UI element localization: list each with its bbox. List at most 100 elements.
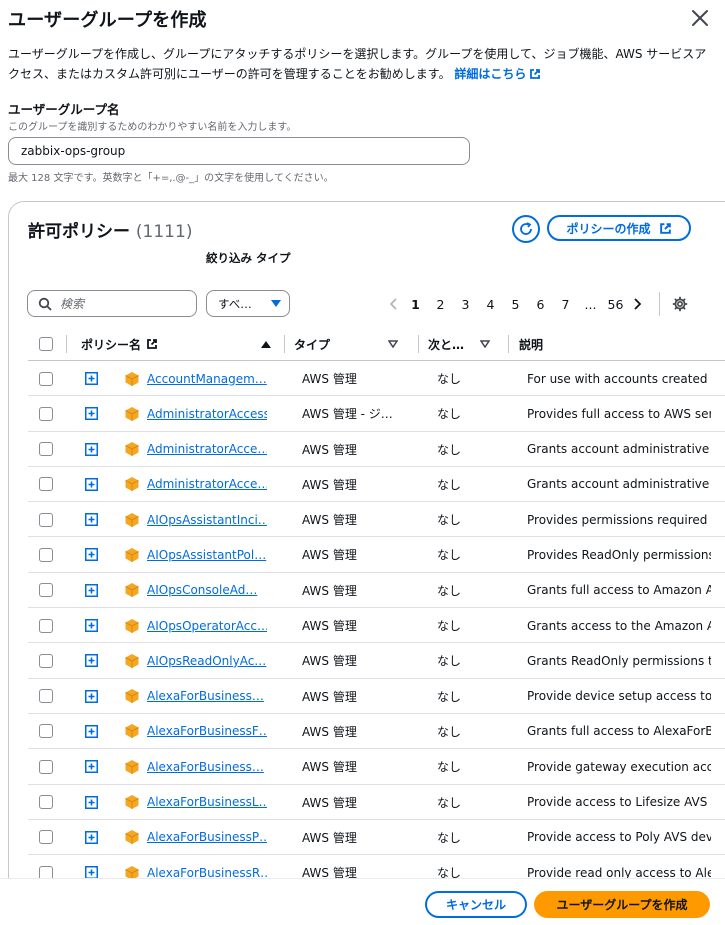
table-row[interactable]: AdministratorAcce… AWS 管理 なし Grants account… — [28, 432, 725, 467]
policy-name-link[interactable]: AIOpsAssistantPol… — [147, 548, 266, 562]
row-checkbox[interactable] — [39, 583, 53, 598]
policy-name-header-label: ポリシー名 — [81, 337, 142, 352]
policy-type-cell: AWS 管理 — [302, 795, 357, 810]
expand-row-button[interactable] — [85, 643, 98, 678]
policy-name-link[interactable]: AlexaForBusinessF… — [147, 724, 267, 738]
group-name-description: このグループを識別するためのわかりやすい名前を入力します。 — [8, 122, 297, 133]
row-select-cell — [39, 361, 53, 396]
page-2[interactable]: 2 — [428, 297, 453, 312]
expand-row-button[interactable] — [85, 679, 98, 714]
expand-row-button[interactable] — [85, 749, 98, 784]
refresh-button[interactable] — [512, 215, 540, 243]
policy-name-link[interactable]: AdministratorAccess — [147, 407, 267, 421]
row-checkbox[interactable] — [39, 795, 53, 810]
table-settings-button[interactable] — [672, 296, 688, 316]
filter-type-label: 絞り込み タイプ — [206, 251, 291, 265]
row-checkbox[interactable] — [39, 759, 53, 774]
table-row[interactable]: AdministratorAcce… AWS 管理 なし Grants account… — [28, 467, 725, 503]
expand-row-button[interactable] — [85, 714, 98, 749]
table-row[interactable]: AlexaForBusinessF… AWS 管理 なし Grants full ac… — [28, 714, 725, 750]
policy-name-cell: AccountManagem… — [147, 361, 267, 396]
policy-name-link[interactable]: AIOpsConsoleAd… — [147, 583, 257, 597]
expand-row-button[interactable] — [85, 432, 98, 467]
policy-name-link[interactable]: AIOpsAssistantInci… — [147, 513, 267, 527]
page-6[interactable]: 6 — [528, 297, 553, 312]
expand-row-button[interactable] — [85, 608, 98, 643]
policy-used-as-cell: なし — [437, 407, 462, 422]
type-filter-select[interactable]: すべ… — [206, 290, 290, 317]
table-row[interactable]: AlexaForBusinessP… AWS 管理 なし Provide access… — [28, 820, 725, 856]
create-policy-button[interactable]: ポリシーの作成 — [547, 215, 691, 241]
row-checkbox[interactable] — [39, 724, 53, 739]
table-row[interactable]: AdministratorAccess AWS 管理 - ジ… なし Provides… — [28, 396, 725, 432]
page-3[interactable]: 3 — [453, 297, 478, 312]
page-7[interactable]: 7 — [553, 297, 578, 312]
table-row[interactable]: AccountManagem… AWS 管理 なし For use with acco… — [28, 361, 725, 397]
policy-name-link[interactable]: AccountManagem… — [147, 372, 267, 386]
gear-icon — [672, 296, 688, 312]
next-page-button[interactable] — [628, 298, 646, 310]
policy-name-link[interactable]: AIOpsOperatorAcc… — [147, 619, 267, 633]
expand-row-button[interactable] — [85, 573, 98, 608]
cancel-button[interactable]: キャンセル — [425, 891, 527, 918]
policy-used-as-cell: なし — [437, 548, 462, 563]
table-row[interactable]: AlexaForBusiness… AWS 管理 なし Provide device … — [28, 679, 725, 714]
used-as-header-label: 次と… — [428, 337, 465, 352]
row-checkbox[interactable] — [39, 653, 53, 668]
table-row[interactable]: AIOpsAssistantInci… AWS 管理 なし Provides perm… — [28, 502, 725, 538]
expand-row-button[interactable] — [85, 785, 98, 820]
column-header-policy-name[interactable]: ポリシー名 — [81, 327, 271, 361]
row-select-cell — [39, 573, 53, 608]
prev-page-button[interactable] — [385, 298, 403, 310]
learn-more-label: 詳細はこちら — [454, 67, 527, 81]
select-all-checkbox[interactable] — [39, 337, 53, 351]
table-row[interactable]: AlexaForBusiness… AWS 管理 なし Provide gateway… — [28, 749, 725, 785]
row-checkbox[interactable] — [39, 830, 53, 845]
column-header-used-as[interactable]: 次と… — [428, 327, 490, 361]
policy-name-link[interactable]: AlexaForBusinessL… — [147, 795, 267, 809]
page-1[interactable]: 1 — [403, 297, 428, 312]
policy-name-link[interactable]: AlexaForBusinessP… — [147, 830, 267, 844]
chevron-right-icon — [634, 298, 641, 310]
row-checkbox[interactable] — [39, 512, 53, 527]
policy-name-link[interactable]: AdministratorAcce… — [147, 442, 267, 456]
row-checkbox[interactable] — [39, 547, 53, 562]
row-select-cell — [39, 679, 53, 714]
learn-more-link[interactable]: 詳細はこちら — [454, 67, 541, 81]
aws-managed-policy-icon — [124, 679, 140, 714]
column-header-type[interactable]: タイプ — [294, 327, 398, 361]
expand-row-button[interactable] — [85, 396, 98, 431]
group-name-input[interactable] — [8, 137, 470, 165]
table-row[interactable]: AIOpsOperatorAcc… AWS 管理 なし Grants access t… — [28, 608, 725, 644]
policy-name-link[interactable]: AdministratorAcce… — [147, 477, 267, 491]
row-checkbox[interactable] — [39, 442, 53, 457]
page-5[interactable]: 5 — [503, 297, 528, 312]
expand-row-button[interactable] — [85, 467, 98, 502]
page-4[interactable]: 4 — [478, 297, 503, 312]
expand-row-button[interactable] — [85, 502, 98, 537]
aws-managed-policy-icon — [124, 502, 140, 537]
row-checkbox[interactable] — [39, 406, 53, 421]
policy-description-cell: Grants full access to Amazon AI O — [527, 583, 711, 598]
table-row[interactable]: AIOpsConsoleAd… AWS 管理 なし Grants full acces… — [28, 573, 725, 609]
table-row[interactable]: AIOpsAssistantPol… AWS 管理 なし Provides ReadO… — [28, 537, 725, 573]
table-row[interactable]: AIOpsReadOnlyAc… AWS 管理 なし Grants ReadOnly … — [28, 643, 725, 679]
row-checkbox[interactable] — [39, 371, 53, 386]
policy-name-link[interactable]: AlexaForBusiness… — [147, 689, 264, 703]
expand-row-button[interactable] — [85, 361, 98, 396]
policy-search-input[interactable]: 検索 — [27, 290, 197, 317]
page-56[interactable]: 56 — [603, 297, 628, 312]
expand-row-button[interactable] — [85, 820, 98, 855]
refresh-icon — [520, 222, 532, 235]
row-checkbox[interactable] — [39, 618, 53, 633]
create-user-group-button[interactable]: ユーザーグループを作成 — [534, 891, 710, 918]
row-checkbox[interactable] — [39, 689, 53, 704]
aws-managed-policy-icon — [124, 396, 140, 431]
policy-name-link[interactable]: AIOpsReadOnlyAc… — [147, 654, 266, 668]
close-button[interactable] — [688, 6, 712, 30]
expand-row-button[interactable] — [85, 537, 98, 572]
group-name-constraint: 最大 128 文字です。英数字と「+=,.@-_」の文字を使用してください。 — [8, 173, 334, 184]
row-checkbox[interactable] — [39, 477, 53, 492]
table-row[interactable]: AlexaForBusinessL… AWS 管理 なし Provide access… — [28, 785, 725, 820]
policy-name-link[interactable]: AlexaForBusiness… — [147, 760, 264, 774]
